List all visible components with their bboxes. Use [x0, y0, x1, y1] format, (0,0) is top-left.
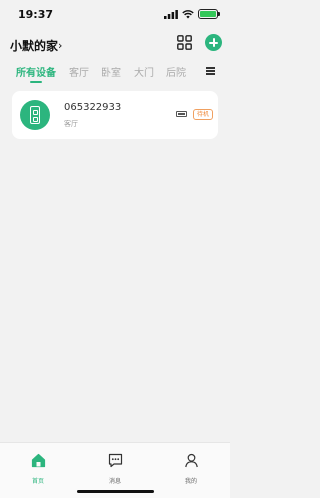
status-icons: [164, 9, 220, 19]
tab-all-devices[interactable]: 所有设备: [16, 64, 56, 79]
nav-item-mine[interactable]: 我的: [171, 451, 211, 485]
nav-item-home[interactable]: 首页: [18, 451, 58, 485]
grid-icon[interactable]: [177, 35, 192, 50]
nav-label-home: 首页: [31, 478, 44, 485]
device-name: 065322933: [64, 102, 122, 113]
nav-item-messages[interactable]: 消息: [95, 451, 135, 485]
user-icon: [185, 453, 198, 468]
status-badge: 待机: [193, 109, 214, 120]
tab-bedroom[interactable]: 卧室: [101, 64, 121, 79]
tab-backyard[interactable]: 后院: [166, 64, 186, 79]
wifi-icon: [182, 9, 194, 18]
room-tabs: 所有设备 客厅 卧室 大门 后院: [0, 60, 230, 84]
nav-label-messages: 消息: [108, 478, 121, 485]
chevron-right-icon[interactable]: ›: [58, 39, 62, 52]
smart-lock-icon: [30, 106, 40, 124]
header: 小默的家 ›: [0, 28, 230, 60]
battery-fill: [200, 11, 216, 17]
device-battery-icon: [176, 111, 187, 117]
home-name[interactable]: 小默的家: [10, 37, 58, 54]
home-icon: [31, 453, 46, 468]
device-room: 客厅: [64, 120, 78, 128]
status-bar: 19:37: [0, 0, 230, 28]
message-icon: [108, 453, 123, 468]
battery-icon: [198, 9, 220, 19]
nav-label-mine: 我的: [184, 478, 197, 485]
tab-living-room[interactable]: 客厅: [69, 64, 89, 79]
device-card[interactable]: 065322933 客厅 待机: [12, 91, 218, 139]
home-indicator: [77, 490, 154, 493]
status-time: 19:37: [18, 8, 54, 21]
signal-icon: [164, 9, 178, 19]
device-avatar: [20, 100, 50, 130]
add-icon[interactable]: [205, 34, 222, 51]
menu-icon[interactable]: [206, 67, 215, 75]
tab-front-door[interactable]: 大门: [134, 64, 154, 79]
active-tab-indicator: [30, 81, 42, 83]
